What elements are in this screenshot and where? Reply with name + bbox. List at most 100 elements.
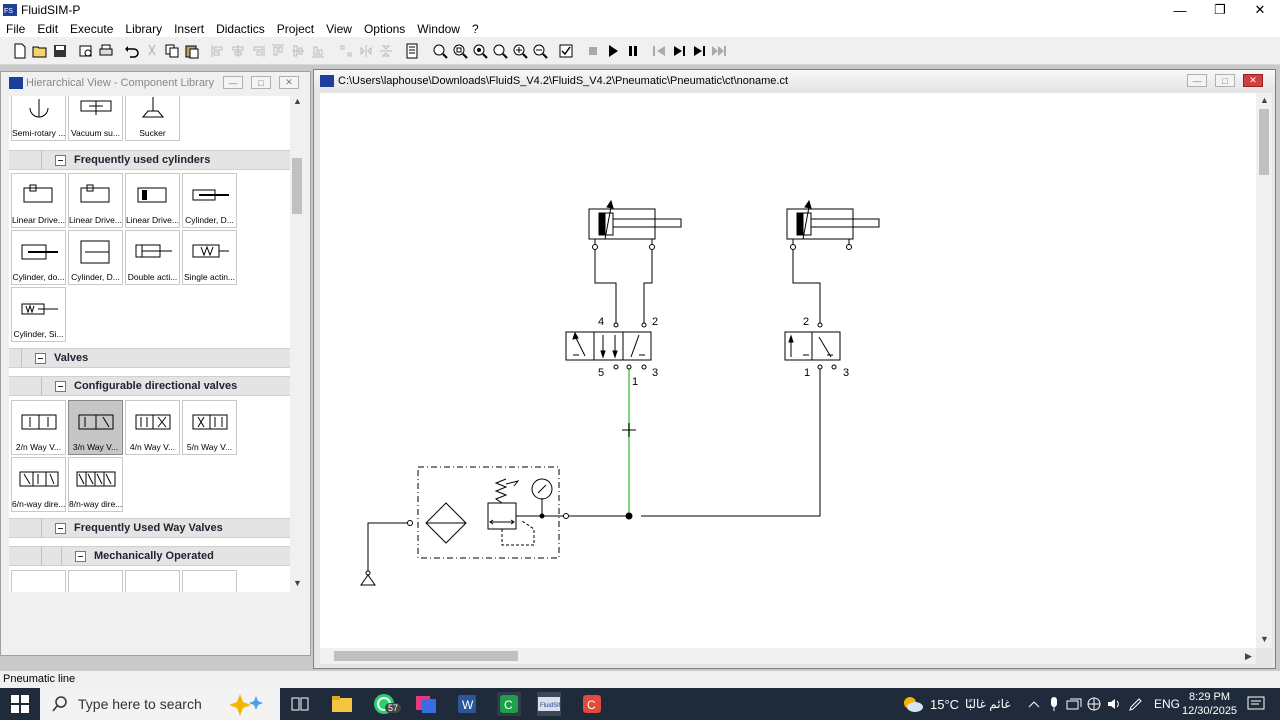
double-acting-cylinder-1[interactable] xyxy=(588,199,682,250)
scroll-thumb[interactable] xyxy=(334,651,518,661)
new-file-icon[interactable] xyxy=(11,42,29,60)
mirror-vertical-icon[interactable] xyxy=(377,42,395,60)
single-step-icon[interactable] xyxy=(670,42,688,60)
three-two-way-valve[interactable] xyxy=(784,322,841,370)
menu-file[interactable]: File xyxy=(0,22,31,36)
library-tile[interactable]: Vacuum su... xyxy=(68,96,123,141)
language-indicator[interactable]: ENG xyxy=(1154,688,1180,720)
drawing-maximize-button[interactable]: □ xyxy=(1215,74,1235,87)
notifications-icon[interactable] xyxy=(1244,692,1268,716)
align-center-icon[interactable] xyxy=(229,42,247,60)
clock[interactable]: 8:29 PM 12/30/2025 xyxy=(1182,688,1237,720)
library-tile[interactable]: Cylinder, D... xyxy=(68,230,123,285)
scroll-thumb[interactable] xyxy=(1259,109,1269,175)
library-tile[interactable]: Semi-rotary ... xyxy=(11,96,66,141)
taskbar-search-box[interactable]: Type here to search xyxy=(40,688,280,720)
single-acting-cylinder-2[interactable] xyxy=(786,199,880,250)
mirror-horizontal-icon[interactable] xyxy=(357,42,375,60)
simulate-to-state-icon[interactable] xyxy=(690,42,708,60)
weather-widget[interactable]: 15°C غائم غالبًا xyxy=(902,688,1011,720)
align-top-icon[interactable] xyxy=(269,42,287,60)
scroll-down-icon[interactable]: ▼ xyxy=(1260,634,1269,644)
zoom-fit-icon[interactable] xyxy=(431,42,449,60)
windows-start-icon[interactable] xyxy=(8,692,32,716)
collapse-icon[interactable]: – xyxy=(55,380,66,392)
menu-project[interactable]: Project xyxy=(271,22,320,36)
library-tile[interactable]: 8/n-way dire... xyxy=(68,457,123,512)
menu-window[interactable]: Window xyxy=(411,22,466,36)
rotate-icon[interactable] xyxy=(337,42,355,60)
drawing-vertical-scrollbar[interactable]: ▲ ▼ xyxy=(1256,93,1272,648)
cut-icon[interactable] xyxy=(143,42,161,60)
library-tile[interactable] xyxy=(11,570,66,592)
library-tile[interactable]: Linear Drive... xyxy=(11,173,66,228)
volume-icon[interactable] xyxy=(1102,692,1126,716)
drawing-close-button[interactable]: ✕ xyxy=(1243,74,1263,87)
collapse-icon[interactable]: – xyxy=(75,550,86,562)
close-button[interactable]: ✕ xyxy=(1240,0,1280,20)
task-view-icon[interactable] xyxy=(288,692,312,716)
collapse-icon[interactable]: – xyxy=(35,352,46,364)
scroll-up-icon[interactable]: ▲ xyxy=(293,96,302,106)
five-two-way-valve[interactable] xyxy=(565,322,652,370)
reset-icon[interactable] xyxy=(650,42,668,60)
menu-insert[interactable]: Insert xyxy=(168,22,210,36)
library-tile[interactable]: 2/n Way V... xyxy=(11,400,66,455)
library-tile[interactable]: Linear Drive... xyxy=(68,173,123,228)
circuit-canvas[interactable]: 4 2 5 1 3 2 1 3 xyxy=(320,93,1256,648)
library-minimize-button[interactable]: — xyxy=(223,76,243,89)
library-tile[interactable]: Cylinder, do... xyxy=(11,230,66,285)
zoom-window-icon[interactable] xyxy=(451,42,469,60)
fast-forward-icon[interactable] xyxy=(710,42,728,60)
copilot-sparkle-icon[interactable] xyxy=(230,692,266,716)
collapse-icon[interactable]: – xyxy=(55,154,66,166)
menu-edit[interactable]: Edit xyxy=(31,22,64,36)
align-right-icon[interactable] xyxy=(249,42,267,60)
zoom-all-icon[interactable] xyxy=(471,42,489,60)
library-tile[interactable]: 6/n-way dire... xyxy=(11,457,66,512)
group-configurable-directional-valves[interactable]: – Configurable directional valves xyxy=(9,376,290,396)
menu-help[interactable]: ? xyxy=(466,22,485,36)
whatsapp-icon[interactable]: 57 xyxy=(372,692,402,716)
file-explorer-icon[interactable] xyxy=(330,692,354,716)
library-maximize-button[interactable]: □ xyxy=(251,76,271,89)
paste-icon[interactable] xyxy=(183,42,201,60)
open-folder-icon[interactable] xyxy=(31,42,49,60)
collapse-icon[interactable]: – xyxy=(55,522,66,534)
zoom-out-icon[interactable] xyxy=(531,42,549,60)
library-tile[interactable]: Linear Drive... xyxy=(125,173,180,228)
minimize-button[interactable]: — xyxy=(1160,0,1200,20)
pen-icon[interactable] xyxy=(1124,692,1148,716)
pneumatic-circuit[interactable]: 4 2 5 1 3 2 1 3 xyxy=(320,93,1256,648)
undo-icon[interactable] xyxy=(123,42,141,60)
library-tile[interactable]: Cylinder, Si... xyxy=(11,287,66,342)
group-frequently-used-cylinders[interactable]: – Frequently used cylinders xyxy=(9,150,290,170)
group-frequently-used-way-valves[interactable]: – Frequently Used Way Valves xyxy=(9,518,290,538)
word-icon[interactable]: W xyxy=(455,692,479,716)
stop-icon[interactable] xyxy=(584,42,602,60)
library-tile[interactable]: Double acti... xyxy=(125,230,180,285)
library-tile[interactable] xyxy=(68,570,123,592)
menu-view[interactable]: View xyxy=(320,22,358,36)
group-mechanically-operated[interactable]: – Mechanically Operated xyxy=(9,546,290,566)
align-bottom-icon[interactable] xyxy=(309,42,327,60)
play-icon[interactable] xyxy=(604,42,622,60)
library-close-button[interactable]: ✕ xyxy=(279,76,299,89)
scroll-up-icon[interactable]: ▲ xyxy=(1260,95,1269,105)
drawing-minimize-button[interactable]: — xyxy=(1187,74,1207,87)
save-icon[interactable] xyxy=(51,42,69,60)
fluidsim-taskbar-icon[interactable]: FluidSIM xyxy=(537,692,561,716)
scroll-down-icon[interactable]: ▼ xyxy=(293,578,302,588)
library-tile[interactable]: 4/n Way V... xyxy=(125,400,180,455)
library-tile-selected[interactable]: 3/n Way V... xyxy=(68,400,123,455)
library-vertical-scrollbar[interactable]: ▲ ▼ xyxy=(290,96,304,592)
group-valves[interactable]: – Valves xyxy=(9,348,290,368)
align-middle-icon[interactable] xyxy=(289,42,307,60)
pause-icon[interactable] xyxy=(624,42,642,60)
service-unit[interactable] xyxy=(407,466,569,559)
print-preview-icon[interactable] xyxy=(77,42,95,60)
maximize-button[interactable]: ❐ xyxy=(1200,0,1240,20)
print-icon[interactable] xyxy=(97,42,115,60)
menu-library[interactable]: Library xyxy=(119,22,168,36)
creative-cloud-icon[interactable] xyxy=(414,692,438,716)
